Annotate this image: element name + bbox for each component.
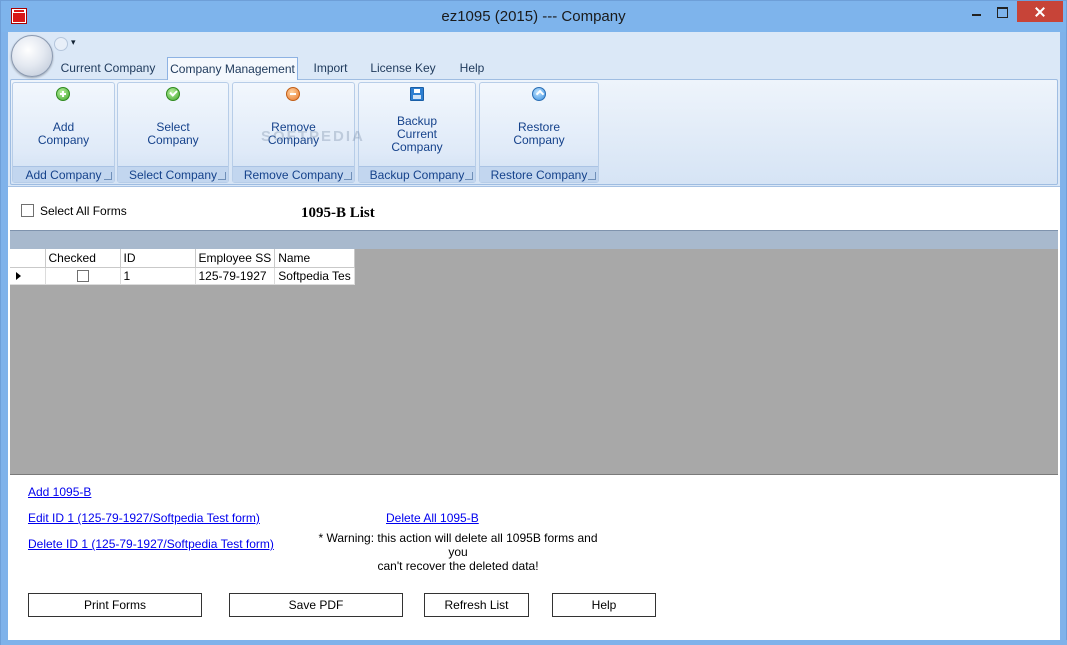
select-all-checkbox[interactable]	[21, 204, 34, 217]
group-select-company[interactable]: Select Company Select Company	[117, 82, 229, 183]
restore-company-group-label: Restore Company	[480, 166, 598, 182]
backup-current-company-button[interactable]: Backup Current Company	[359, 115, 475, 154]
column-header-name[interactable]: Name	[274, 249, 355, 268]
quick-access-button[interactable]	[54, 37, 68, 51]
dialog-launcher-icon[interactable]	[344, 172, 352, 180]
warning-line-2: can't recover the deleted data!	[377, 559, 539, 573]
application-menu-orb[interactable]	[11, 35, 53, 77]
dialog-launcher-icon[interactable]	[588, 172, 596, 180]
column-header-employee-ssn[interactable]: Employee SS	[195, 249, 276, 268]
restore-icon	[532, 87, 546, 101]
maximize-button[interactable]	[989, 1, 1015, 22]
print-forms-button[interactable]: Print Forms	[28, 593, 202, 617]
tab-license-key[interactable]: License Key	[365, 57, 441, 80]
delete-form-link[interactable]: Delete ID 1 (125-79-1927/Softpedia Test …	[28, 537, 274, 551]
add-icon	[56, 87, 70, 101]
window-title: ez1095 (2015) --- Company	[441, 8, 626, 25]
table-header-row: Checked ID Employee SS Name	[10, 249, 355, 268]
title-bar[interactable]: ez1095 (2015) --- Company	[1, 1, 1066, 32]
warning-line-1: * Warning: this action will delete all 1…	[318, 531, 598, 559]
ribbon-panel: Add Company Add Company Select Company S…	[10, 79, 1058, 185]
group-restore-company[interactable]: Restore Company Restore Company	[479, 82, 599, 183]
dialog-launcher-icon[interactable]	[218, 172, 226, 180]
forms-grid[interactable]: Checked ID Employee SS Name 1 125-79-192…	[10, 249, 1058, 475]
backup-company-group-label: Backup Company	[359, 166, 475, 182]
check-icon	[166, 87, 180, 101]
group-add-company[interactable]: Add Company Add Company	[12, 82, 115, 183]
save-pdf-button[interactable]: Save PDF	[229, 593, 403, 617]
minimize-button[interactable]	[963, 1, 989, 22]
quick-access-dropdown-icon[interactable]: ▾	[71, 37, 76, 48]
app-window: ez1095 (2015) --- Company ▾ Current Comp…	[0, 0, 1067, 645]
column-header-checked[interactable]: Checked	[45, 249, 121, 268]
delete-all-link[interactable]: Delete All 1095-B	[386, 511, 479, 525]
tab-import[interactable]: Import	[308, 57, 353, 80]
dialog-launcher-icon[interactable]	[104, 172, 112, 180]
grid-group-bar	[10, 230, 1058, 249]
watermark: SOFTPEDIA	[261, 128, 365, 145]
row-header-corner	[10, 249, 46, 268]
cell-checked[interactable]	[45, 267, 121, 285]
add-1095b-link[interactable]: Add 1095-B	[28, 485, 91, 499]
table-row[interactable]: 1 125-79-1927 Softpedia Tes	[10, 267, 355, 285]
row-checkbox[interactable]	[76, 270, 89, 283]
edit-form-link[interactable]: Edit ID 1 (125-79-1927/Softpedia Test fo…	[28, 511, 260, 525]
select-company-group-label: Select Company	[118, 166, 228, 182]
tab-company-management[interactable]: Company Management	[167, 57, 298, 80]
cell-employee-ssn[interactable]: 125-79-1927	[195, 267, 276, 285]
remove-icon	[286, 87, 300, 101]
client-area: ▾ Current Company Company Management Imp…	[8, 32, 1060, 640]
window-bottom-border	[1, 640, 1067, 645]
forms-table: Checked ID Employee SS Name 1 125-79-192…	[10, 249, 355, 285]
column-header-id[interactable]: ID	[120, 249, 196, 268]
add-company-group-label: Add Company	[13, 166, 114, 182]
close-button[interactable]	[1017, 1, 1063, 22]
list-title: 1095-B List	[301, 205, 375, 221]
cell-name[interactable]: Softpedia Tes	[274, 267, 355, 285]
select-all-label[interactable]: Select All Forms	[40, 204, 127, 218]
ribbon: ▾ Current Company Company Management Imp…	[8, 32, 1060, 187]
restore-company-button[interactable]: Restore Company	[480, 121, 598, 147]
refresh-list-button[interactable]: Refresh List	[424, 593, 529, 617]
current-row-arrow-icon	[16, 271, 21, 280]
group-backup-company[interactable]: Backup Current Company Backup Company	[358, 82, 476, 183]
tab-current-company[interactable]: Current Company	[56, 57, 160, 80]
help-button[interactable]: Help	[552, 593, 656, 617]
add-company-button[interactable]: Add Company	[13, 121, 114, 147]
dialog-launcher-icon[interactable]	[465, 172, 473, 180]
remove-company-group-label: Remove Company	[233, 166, 354, 182]
row-selector[interactable]	[10, 267, 46, 285]
ribbon-tabs: Current Company Company Management Impor…	[8, 57, 1060, 80]
select-company-button[interactable]: Select Company	[118, 121, 228, 147]
delete-warning: * Warning: this action will delete all 1…	[313, 531, 603, 573]
tab-help[interactable]: Help	[454, 57, 490, 80]
cell-id[interactable]: 1	[120, 267, 196, 285]
floppy-disk-icon	[410, 87, 424, 101]
